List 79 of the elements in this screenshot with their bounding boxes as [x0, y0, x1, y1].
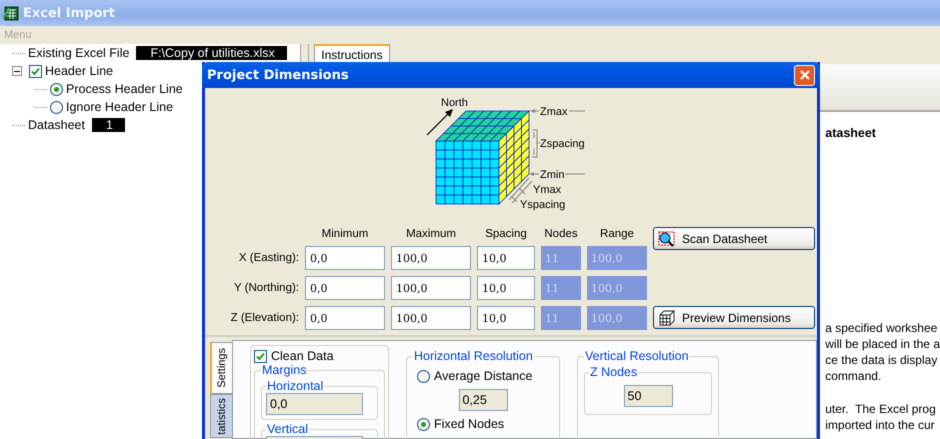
- diagram-label: North: [441, 97, 468, 109]
- row-label: Z (Elevation):: [230, 312, 299, 324]
- dialog-button[interactable]: Preview Dimensions: [653, 306, 815, 329]
- checkbox[interactable]: [254, 350, 267, 362]
- input-field[interactable]: 100,0: [391, 276, 471, 300]
- input-field[interactable]: 10,0: [477, 276, 535, 300]
- row-label: X (Easting):: [238, 252, 299, 264]
- nodes-field: 11: [541, 306, 581, 330]
- value-field[interactable]: F:\Copy of utilities.xlsx: [136, 46, 287, 60]
- diagram-label: Zmin: [540, 169, 564, 181]
- group-label: Vertical: [266, 422, 309, 436]
- instructions-tab[interactable]: Instructions: [314, 44, 390, 64]
- range-field: 100,0: [587, 306, 647, 330]
- radio-button[interactable]: [417, 370, 430, 382]
- input-field[interactable]: 0,0: [266, 393, 363, 415]
- dialog-button[interactable]: Scan Datasheet: [653, 227, 815, 250]
- diagram-label: Ymax: [533, 184, 562, 196]
- window-title: Excel Import: [23, 6, 116, 20]
- tree-label: Header Line: [45, 64, 114, 78]
- close-icon: [798, 69, 810, 81]
- radio-label: Fixed Nodes: [434, 417, 504, 431]
- side-tab[interactable]: Settings: [210, 342, 232, 394]
- diagram-label: Yspacing: [520, 199, 566, 211]
- checkbox[interactable]: [29, 64, 42, 78]
- checkbox-label: Clean Data: [271, 349, 334, 363]
- dialog-title: Project Dimensions: [207, 68, 349, 82]
- value-field[interactable]: 1: [92, 118, 125, 132]
- tree-label: Ignore Header Line: [66, 100, 174, 114]
- document-text: imported into the cur: [825, 417, 936, 433]
- input-field[interactable]: 50: [624, 385, 672, 407]
- close-button[interactable]: [794, 64, 815, 86]
- input-field[interactable]: 0,25: [458, 389, 508, 411]
- leader-line: [529, 172, 540, 176]
- side-tab[interactable]: tatistics: [210, 394, 232, 438]
- document-heading: atasheet: [825, 126, 877, 140]
- input-field[interactable]: 0,0: [305, 246, 385, 270]
- document-text: uter. The Excel prog: [825, 401, 937, 417]
- row-label: Y (Northing):: [233, 282, 299, 294]
- group-label: Vertical Resolution: [584, 349, 690, 363]
- document-text: will be placed in the a: [825, 336, 940, 352]
- input-field[interactable]: 100,0: [391, 246, 471, 270]
- diagram-label: Zmax: [540, 106, 568, 118]
- tree-label: Process Header Line: [66, 82, 183, 96]
- document-text: a specified workshee: [825, 320, 938, 336]
- input-field[interactable]: 10,0: [477, 246, 535, 270]
- radio-label: Average Distance: [434, 369, 532, 383]
- leader-line: [568, 110, 586, 112]
- radio-button[interactable]: [50, 100, 63, 114]
- column-header: Minimum: [320, 228, 370, 240]
- grid-box-icon: [658, 310, 676, 326]
- range-field: 100,0: [587, 276, 647, 300]
- column-header: Nodes: [543, 228, 579, 240]
- group-label: Margins: [261, 363, 308, 377]
- radio-button[interactable]: [50, 82, 63, 96]
- input-field[interactable]: 100,0: [391, 306, 471, 330]
- column-header: Maximum: [405, 228, 457, 240]
- input-field[interactable]: 0,0: [305, 306, 385, 330]
- dimension-bracket: [532, 130, 540, 158]
- radio-button[interactable]: [417, 418, 430, 430]
- nodes-field: 11: [541, 276, 581, 300]
- document-text: command.: [825, 368, 882, 384]
- tree-label: Datasheet: [28, 118, 85, 132]
- range-field: 100,0: [587, 246, 647, 270]
- group-label: Horizontal: [266, 379, 324, 393]
- group-label: Z Nodes: [589, 365, 638, 379]
- north-arrow: [426, 109, 453, 136]
- diagram-label: Zspacing: [540, 138, 585, 150]
- column-header: Range: [599, 228, 635, 240]
- document-text: ce the data is display: [825, 352, 938, 368]
- leader-line: [530, 109, 540, 113]
- group-label: Horizontal Resolution: [413, 349, 534, 363]
- input-field[interactable]: 10,0: [477, 306, 535, 330]
- nodes-field: 11: [541, 246, 581, 270]
- tree-label: Existing Excel File: [28, 46, 130, 60]
- collapse-toggle[interactable]: [12, 66, 22, 76]
- column-header: Spacing: [484, 228, 528, 240]
- input-field[interactable]: 0,0: [305, 276, 385, 300]
- magnifier-icon: [658, 230, 676, 246]
- spreadsheet-icon: [3, 5, 19, 21]
